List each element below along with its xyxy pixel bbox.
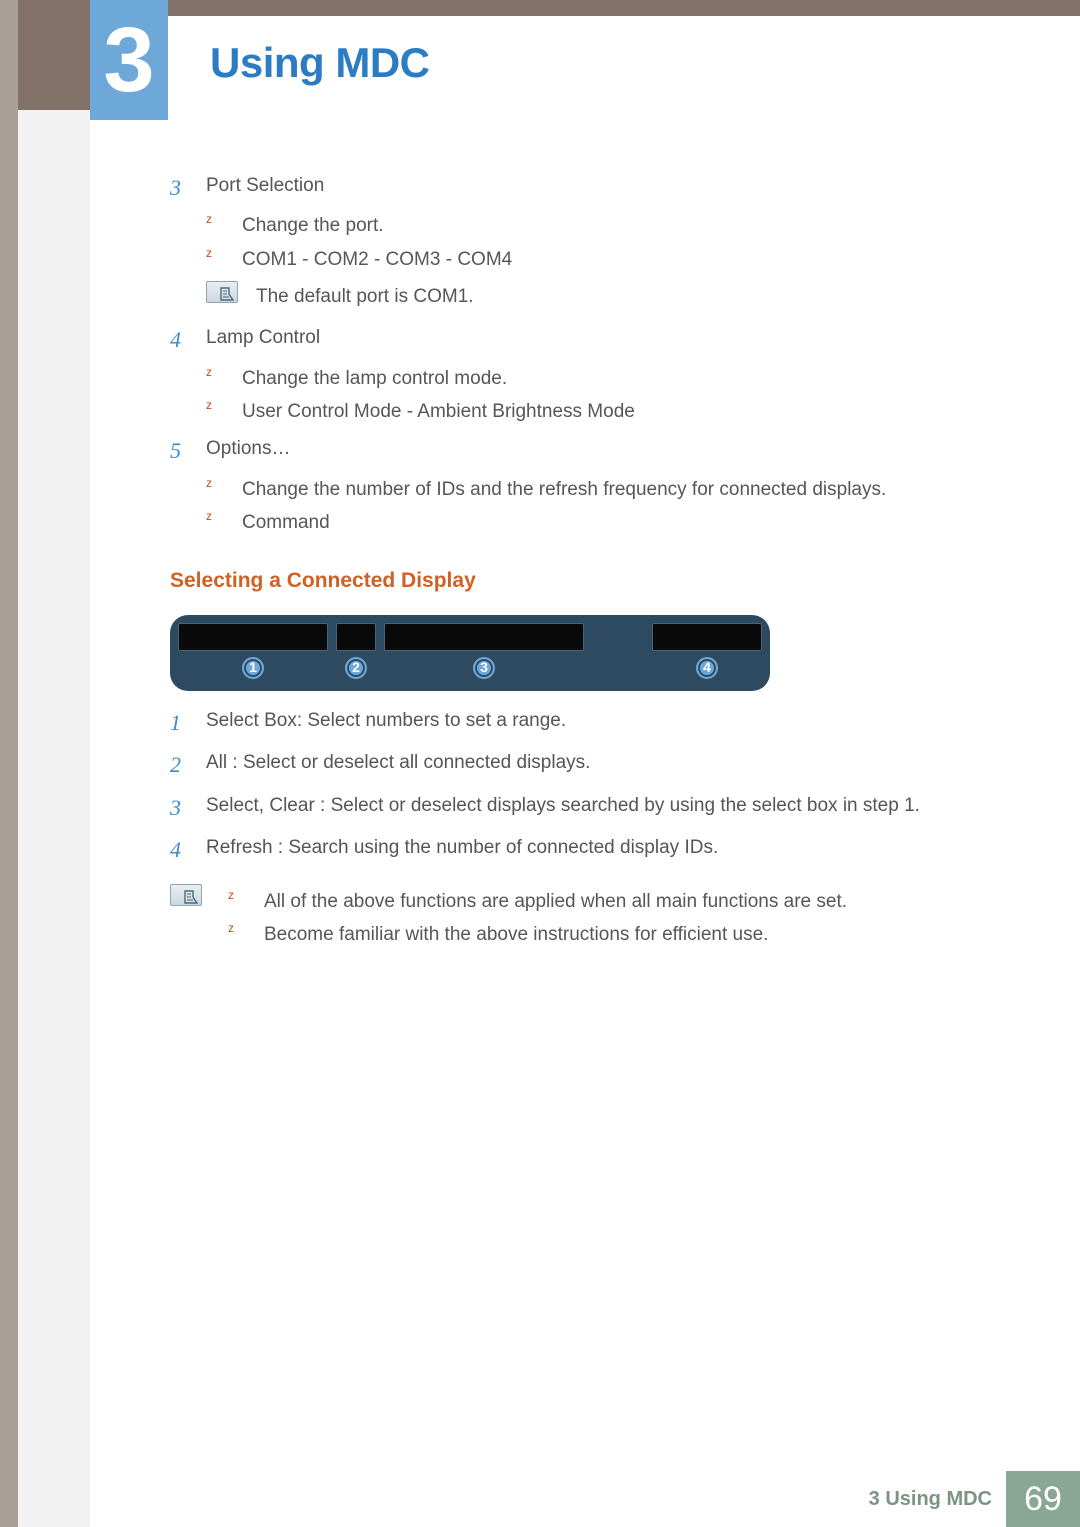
step-text: Select, Clear : Select or deselect displ…	[206, 790, 990, 821]
step-number: 5	[170, 433, 206, 469]
note-sub-text: Become familiar with the above instructi…	[264, 919, 990, 950]
diagram-slot-selectclear	[384, 623, 584, 651]
step-sub-text: Change the lamp control mode.	[242, 363, 990, 394]
step-text: All : Select or deselect all connected d…	[206, 747, 990, 778]
step-sub-text: Change the port.	[242, 210, 990, 241]
note-row: The default port is COM1.	[206, 281, 990, 312]
section-heading: Selecting a Connected Display	[170, 564, 990, 599]
step-item: 3 Select, Clear : Select or deselect dis…	[170, 790, 990, 826]
step-sub-item: z COM1 - COM2 - COM3 - COM4	[206, 244, 990, 275]
step-title: Lamp Control	[206, 322, 990, 353]
step-title: Options…	[206, 433, 990, 464]
step-number: 2	[170, 747, 206, 783]
step-sub-item: z Change the port.	[206, 210, 990, 241]
footer-crumb: 3 Using MDC	[869, 1488, 992, 1511]
step-number: 3	[170, 790, 206, 826]
note-sub-item: z Become familiar with the above instruc…	[228, 919, 990, 950]
step-number: 4	[170, 832, 206, 868]
step-item: 4 Lamp Control	[170, 322, 990, 358]
step-sub-text: Command	[242, 507, 990, 538]
note-sub-text: All of the above functions are applied w…	[264, 886, 990, 917]
bullet-icon: z	[206, 396, 242, 427]
note-icon	[170, 884, 202, 906]
step-sub-text: COM1 - COM2 - COM3 - COM4	[242, 244, 990, 275]
step-number: 3	[170, 170, 206, 206]
step-text: Select Box: Select numbers to set a rang…	[206, 705, 990, 736]
note-sub-item: z All of the above functions are applied…	[228, 886, 990, 917]
diagram-slot-all	[336, 623, 376, 651]
step-sub-item: z Change the number of IDs and the refre…	[206, 474, 990, 505]
step-sub-item: z User Control Mode - Ambient Brightness…	[206, 396, 990, 427]
step-title: Port Selection	[206, 170, 990, 201]
step-item: 4 Refresh : Search using the number of c…	[170, 832, 990, 868]
page-number: 69	[1006, 1471, 1080, 1527]
step-item: 5 Options…	[170, 433, 990, 469]
step-sub-item: z Change the lamp control mode.	[206, 363, 990, 394]
diagram-label-3: 3	[473, 657, 495, 679]
diagram-label-2: 2	[345, 657, 367, 679]
note-text: The default port is COM1.	[256, 281, 990, 312]
footer: 3 Using MDC 69	[90, 1471, 1080, 1527]
page-title: Using MDC	[210, 39, 430, 87]
step-item: 1 Select Box: Select numbers to set a ra…	[170, 705, 990, 741]
bullet-icon: z	[206, 210, 242, 241]
step-number: 4	[170, 322, 206, 358]
bullet-icon: z	[206, 244, 242, 275]
chapter-number: 3	[103, 8, 154, 113]
note-icon	[206, 281, 238, 303]
steps-b: 1 Select Box: Select numbers to set a ra…	[170, 705, 990, 868]
bullet-icon: z	[206, 474, 242, 505]
note-block: z All of the above functions are applied…	[170, 884, 990, 953]
step-number: 1	[170, 705, 206, 741]
header: Using MDC	[90, 16, 1080, 110]
step-sub-text: Change the number of IDs and the refresh…	[242, 474, 990, 505]
selector-diagram: 1 2 3 4	[170, 615, 770, 691]
step-item: 3 Port Selection	[170, 170, 990, 206]
bullet-icon: z	[206, 507, 242, 538]
diagram-slot-selectbox	[178, 623, 328, 651]
bullet-icon: z	[228, 886, 264, 917]
left-spine	[0, 0, 18, 1527]
diagram-label-4: 4	[696, 657, 718, 679]
diagram-label-1: 1	[242, 657, 264, 679]
step-sub-text: User Control Mode - Ambient Brightness M…	[242, 396, 990, 427]
diagram-slot-refresh	[652, 623, 762, 651]
bullet-icon: z	[228, 919, 264, 950]
step-item: 2 All : Select or deselect all connected…	[170, 747, 990, 783]
step-sub-item: z Command	[206, 507, 990, 538]
step-text: Refresh : Search using the number of con…	[206, 832, 990, 863]
chapter-number-box: 3	[90, 0, 168, 120]
bullet-icon: z	[206, 363, 242, 394]
page-body: 3 Port Selection z Change the port. z CO…	[90, 110, 1080, 1527]
